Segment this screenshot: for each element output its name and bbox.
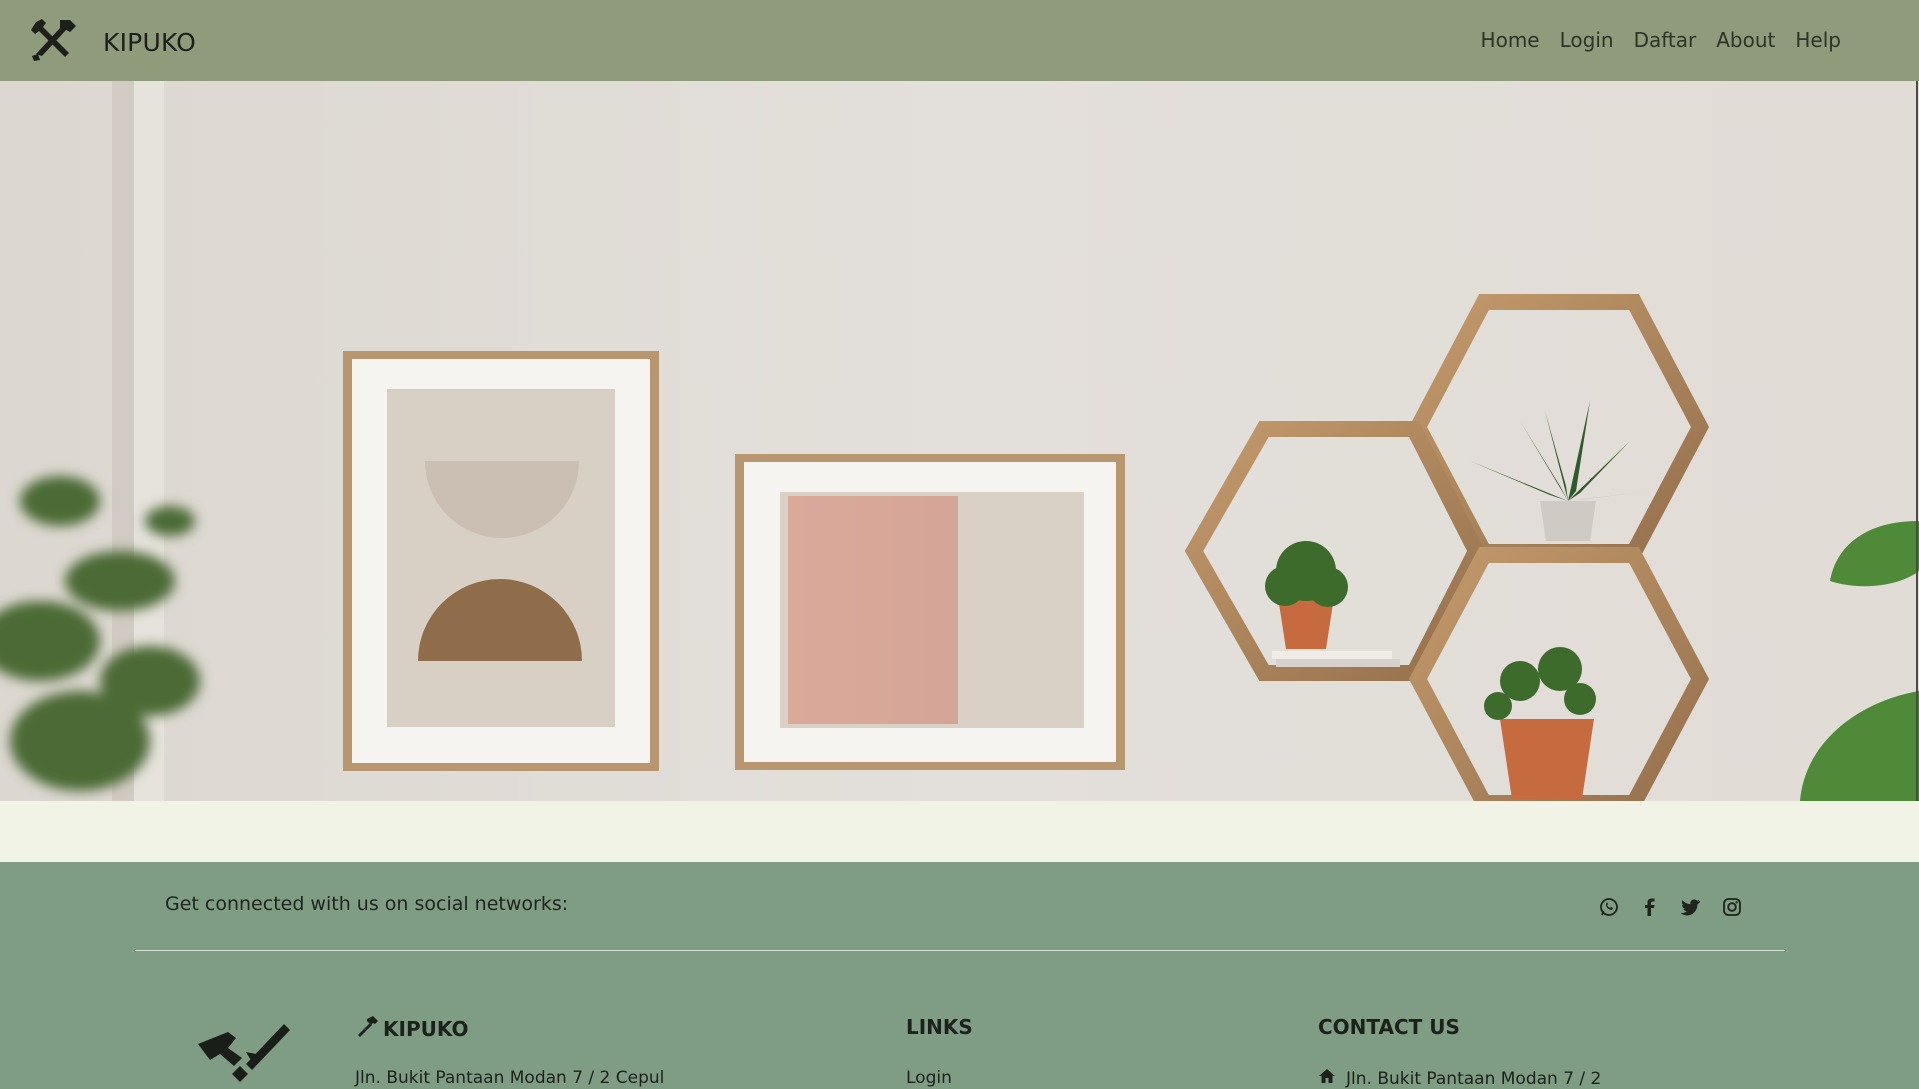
brand[interactable]: KIPUKO [30, 18, 196, 67]
navbar: KIPUKO Home Login Daftar About Help [0, 0, 1919, 81]
nav-login[interactable]: Login [1550, 28, 1624, 52]
footer-logo-icon [196, 1022, 292, 1087]
scrollbar[interactable] [1916, 81, 1918, 841]
nav-help[interactable]: Help [1785, 28, 1851, 52]
footer-divider [135, 950, 1785, 951]
footer-links-title: LINKS [906, 1015, 973, 1039]
footer-brand-title: KIPUKO [355, 1015, 468, 1042]
nav-daftar[interactable]: Daftar [1624, 28, 1707, 52]
content-band [0, 801, 1919, 862]
whatsapp-icon[interactable] [1598, 896, 1620, 918]
instagram-icon[interactable] [1721, 896, 1743, 918]
hammer-icon [355, 1015, 383, 1042]
hammer-wrench-icon [30, 18, 78, 67]
footer-contact-title: CONTACT US [1318, 1015, 1460, 1039]
nav-about[interactable]: About [1706, 28, 1785, 52]
footer-link-login[interactable]: Login [906, 1068, 952, 1088]
twitter-icon[interactable] [1680, 896, 1702, 918]
nav-home[interactable]: Home [1471, 28, 1550, 52]
facebook-icon[interactable] [1639, 896, 1661, 918]
social-text: Get connected with us on social networks… [165, 893, 569, 915]
footer: Get connected with us on social networks… [0, 862, 1919, 1089]
footer-brand-address: Jln. Bukit Pantaan Modan 7 / 2 Cepul [355, 1068, 665, 1088]
social-icons [1598, 896, 1743, 918]
hero-image [0, 81, 1919, 801]
brand-name[interactable]: KIPUKO [103, 28, 196, 57]
nav-menu: Home Login Daftar About Help [1471, 28, 1851, 52]
footer-brand-name: KIPUKO [383, 1016, 469, 1041]
